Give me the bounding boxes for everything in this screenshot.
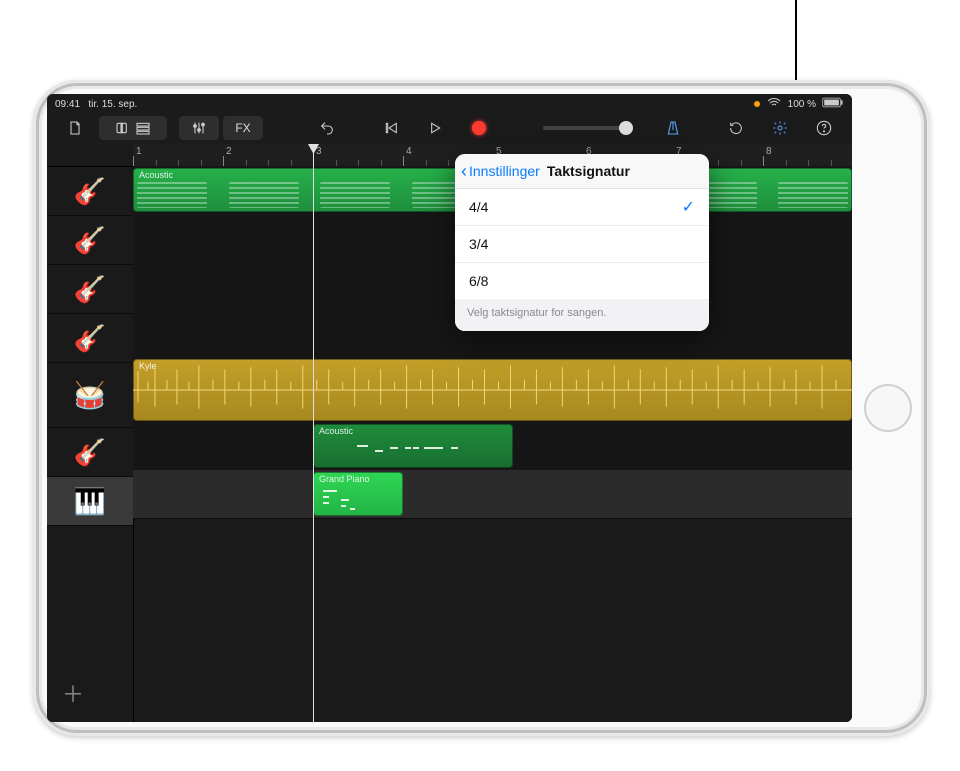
time-signature-option[interactable]: 3/4	[455, 226, 709, 263]
go-to-start-button[interactable]	[371, 116, 411, 140]
track-lane[interactable]: Acoustic	[133, 422, 852, 471]
add-track-button[interactable]: ＋	[61, 684, 85, 708]
ipad-frame: 09:41 tir. 15. sep. 100 %	[33, 80, 930, 736]
track-header-guitar-5[interactable]: 🎸	[47, 428, 133, 477]
volume-slider[interactable]	[527, 116, 649, 140]
popover-title: Taktsignatur	[540, 163, 709, 179]
track-header-piano[interactable]: 🎹	[47, 477, 133, 526]
home-button[interactable]	[864, 384, 912, 432]
track-lane-piano[interactable]: Grand Piano	[133, 470, 852, 519]
time-signature-popover: ‹ Innstillinger Taktsignatur 4/4 ✓ 3/4	[455, 154, 709, 331]
metronome-button[interactable]	[653, 116, 693, 140]
track-header-guitar-2[interactable]: 🎸	[47, 216, 133, 265]
checkmark-icon: ✓	[682, 197, 695, 217]
region-drums[interactable]: Kyle	[133, 359, 852, 421]
fx-button[interactable]: FX	[223, 116, 263, 140]
track-lane-drums[interactable]: Kyle	[133, 358, 852, 423]
tracks-editor: 🎸 🎸 🎸 🎸 🥁 🎸 🎹 ＋ 1 2 3	[47, 144, 852, 722]
battery-percent: 100 %	[788, 99, 816, 110]
clock: 09:41	[55, 99, 80, 110]
bar-label: 4	[406, 146, 412, 157]
track-header-guitar-4[interactable]: 🎸	[47, 314, 133, 363]
battery-icon	[822, 97, 844, 111]
playhead[interactable]	[313, 144, 314, 722]
region-label: Acoustic	[319, 426, 353, 436]
screen: 09:41 tir. 15. sep. 100 %	[47, 94, 852, 722]
region-acoustic-midi[interactable]: Acoustic	[313, 424, 513, 468]
option-label: 4/4	[469, 199, 488, 215]
midi-notes-icon	[319, 440, 507, 464]
help-button[interactable]	[804, 116, 844, 140]
wifi-icon	[766, 95, 782, 114]
mixer-button[interactable]	[179, 116, 219, 140]
region-label: Grand Piano	[319, 474, 370, 484]
bar-label: 8	[766, 146, 772, 157]
midi-notes-icon	[319, 488, 397, 512]
bar-label: 1	[136, 146, 142, 157]
loop-browser-button[interactable]	[716, 116, 756, 140]
recording-indicator-icon	[754, 101, 760, 107]
record-icon	[472, 121, 486, 135]
region-label: Acoustic	[139, 170, 173, 180]
waveform-icon	[133, 359, 852, 421]
option-label: 6/8	[469, 273, 488, 289]
popover-hint: Velg taktsignatur for sangen.	[455, 299, 709, 331]
toolbar: FX	[47, 112, 852, 145]
status-bar: 09:41 tir. 15. sep. 100 %	[47, 94, 852, 112]
time-signature-option[interactable]: 4/4 ✓	[455, 189, 709, 226]
track-headers: 🎸 🎸 🎸 🎸 🥁 🎸 🎹 ＋	[47, 144, 134, 722]
popover-back-button[interactable]: ‹ Innstillinger	[455, 163, 540, 179]
undo-button[interactable]	[307, 116, 347, 140]
track-header-guitar-1[interactable]: 🎸	[47, 167, 133, 216]
track-header-drums[interactable]: 🥁	[47, 363, 133, 428]
status-left: 09:41 tir. 15. sep.	[55, 99, 137, 110]
region-piano[interactable]: Grand Piano	[313, 472, 403, 516]
view-toggle[interactable]	[99, 116, 167, 140]
time-signature-option[interactable]: 6/8	[455, 263, 709, 299]
bar-label: 2	[226, 146, 232, 157]
track-header-guitar-3[interactable]: 🎸	[47, 265, 133, 314]
date: tir. 15. sep.	[88, 99, 137, 110]
volume-track	[543, 126, 633, 130]
record-button[interactable]	[459, 116, 499, 140]
my-songs-button[interactable]	[55, 116, 95, 140]
play-button[interactable]	[415, 116, 455, 140]
settings-button[interactable]	[760, 116, 800, 140]
volume-thumb[interactable]	[619, 121, 633, 135]
popover-back-label: Innstillinger	[469, 163, 540, 179]
option-label: 3/4	[469, 236, 488, 252]
